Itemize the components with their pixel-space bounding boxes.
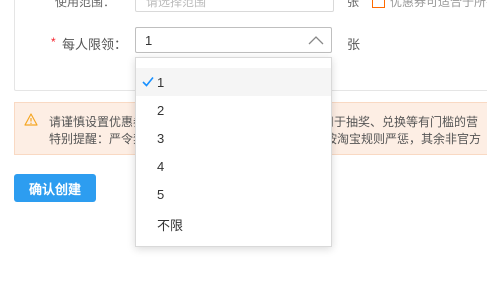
scope-select[interactable]: 请选择范围 — [135, 0, 334, 12]
dropdown-option-label: 不限 — [157, 218, 184, 233]
previous-form-row: 使用范围： 请选择范围 张 优惠券可适合于所有商品 — [0, 0, 487, 12]
dropdown-option-3[interactable]: 3 — [136, 124, 331, 152]
check-icon — [142, 76, 154, 87]
dropdown-option-1[interactable]: 1 — [136, 68, 331, 96]
scope-hint: 优惠券可适合于所有商品 — [390, 0, 487, 9]
per-person-limit-label: 每人限领： — [62, 37, 128, 52]
dropdown-option-unlimited[interactable]: 不限 — [136, 208, 331, 236]
dropdown-option-label: 1 — [157, 75, 165, 90]
limit-unit: 张 — [347, 37, 361, 52]
per-person-limit-row: * 每人限领： 1 张 — [0, 27, 487, 54]
dropdown-option-4[interactable]: 4 — [136, 152, 331, 180]
warning-line-2: 特别提醒：严令禁 — [49, 132, 146, 146]
scope-checkbox[interactable] — [372, 0, 385, 8]
dropdown-option-label: 2 — [157, 103, 165, 118]
warning-icon — [24, 113, 38, 126]
limit-dropdown-menu: 1 2 3 4 5 不限 — [135, 57, 332, 247]
chevron-up-icon[interactable] — [307, 32, 325, 48]
dropdown-option-label: 5 — [157, 187, 165, 202]
confirm-create-button[interactable]: 确认创建 — [14, 174, 96, 202]
warning-line-1-end: 用于抽奖、兑换等有门槛的营 — [322, 115, 479, 129]
scope-label: 使用范围： — [55, 0, 116, 9]
scope-placeholder: 请选择范围 — [146, 0, 207, 9]
selected-value: 1 — [145, 33, 153, 48]
per-person-limit-select[interactable]: 1 — [135, 27, 332, 53]
dropdown-option-label: 3 — [157, 131, 165, 146]
dropdown-option-2[interactable]: 2 — [136, 96, 331, 124]
dropdown-option-5[interactable]: 5 — [136, 180, 331, 208]
dropdown-option-label: 4 — [157, 159, 165, 174]
required-mark: * — [51, 35, 56, 49]
warning-line-2-end: 按淘宝规则严惩，其余非官方 — [325, 132, 482, 146]
scope-unit: 张 — [347, 0, 360, 9]
warning-line-1: 请谨慎设置优惠券 — [49, 115, 146, 129]
